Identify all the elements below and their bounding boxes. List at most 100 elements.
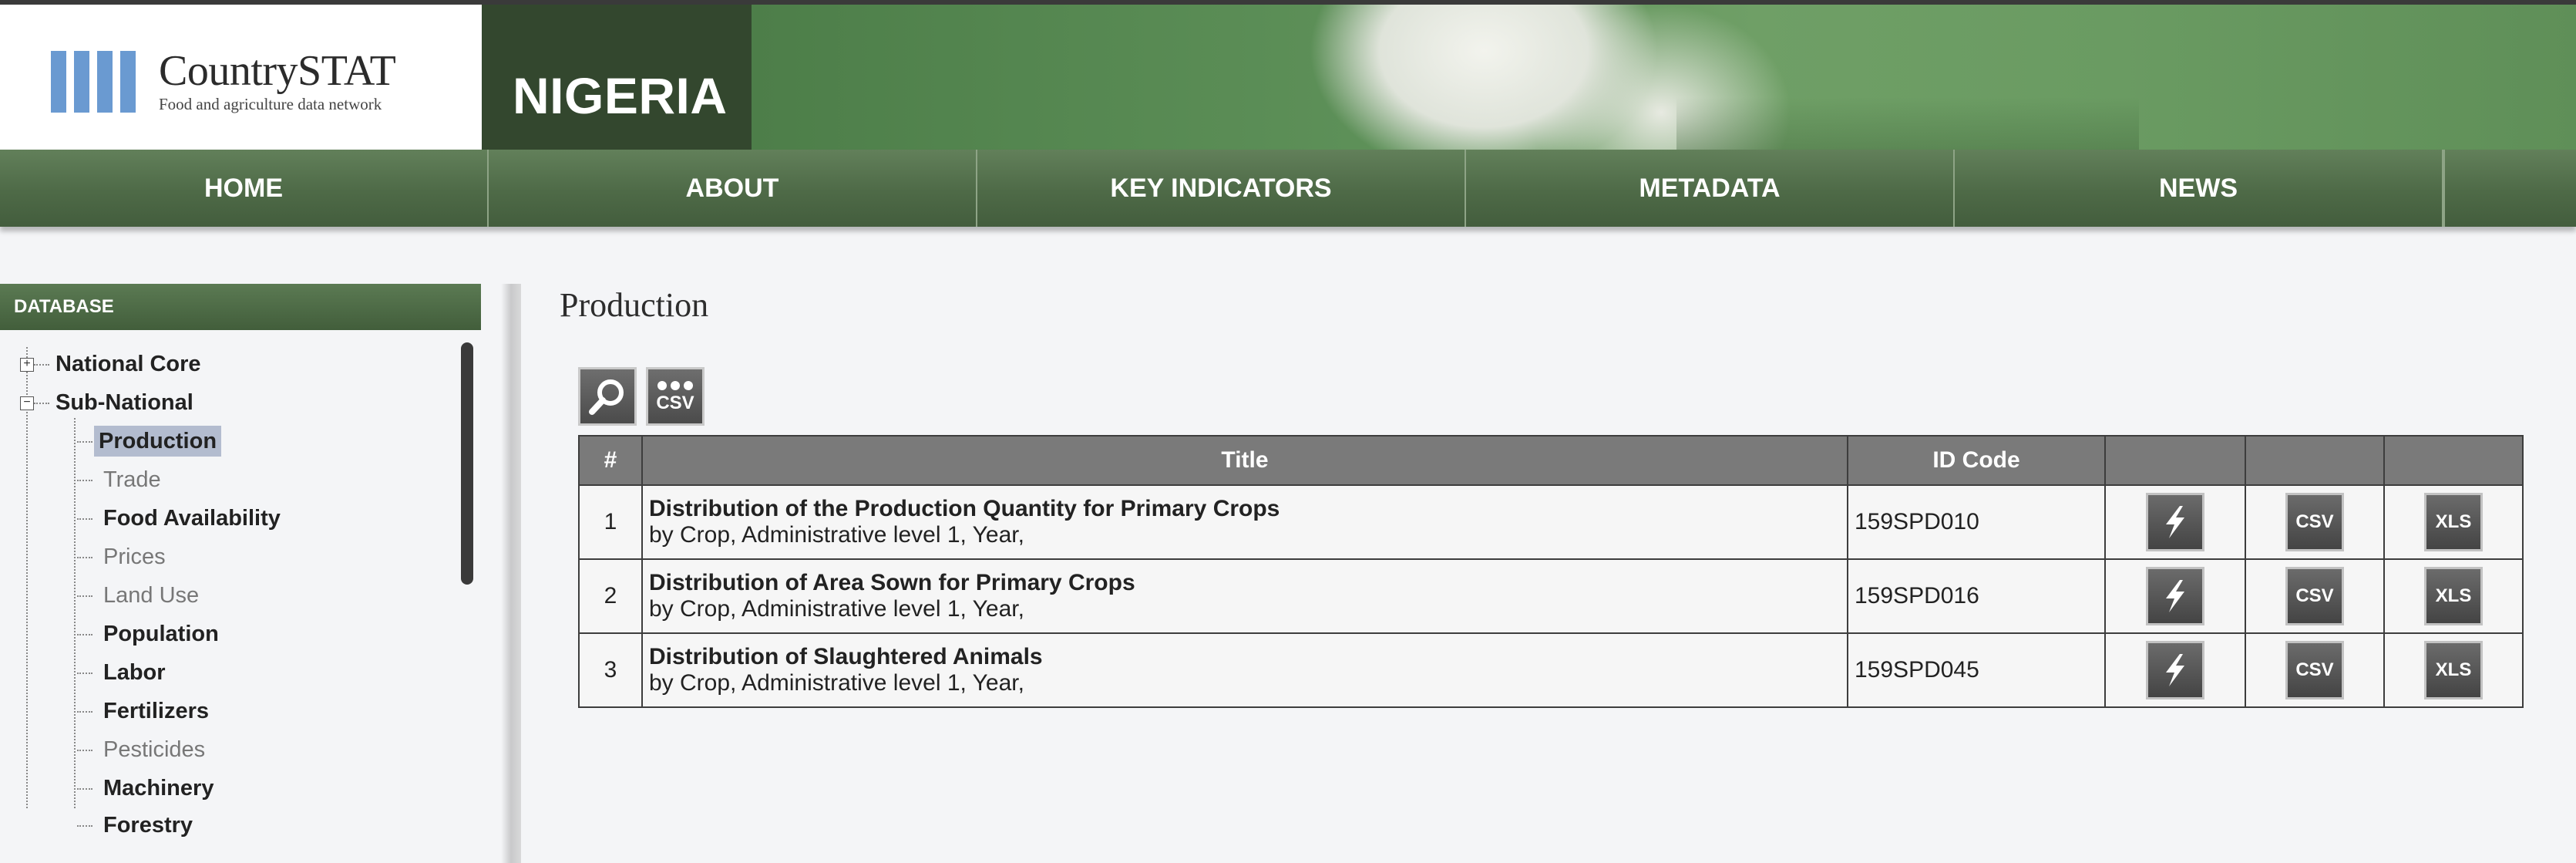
xls-cell: XLS <box>2383 632 2524 708</box>
tree-line <box>26 347 28 808</box>
dataset-id-code: 159SPD010 <box>1847 484 2106 560</box>
xls-download-button[interactable]: XLS <box>2424 493 2483 551</box>
row-title-cell: Distribution of Area Sown for Primary Cr… <box>641 558 1848 634</box>
quick-view-cell <box>2104 558 2246 634</box>
lightning-icon <box>2166 580 2184 612</box>
csv-export-all-button[interactable]: CSV <box>646 367 705 426</box>
tree-line <box>34 364 49 366</box>
csv-cell: CSV <box>2245 484 2385 560</box>
table-row: 2 Distribution of Area Sown for Primary … <box>578 558 2524 634</box>
xls-download-button[interactable]: XLS <box>2424 641 2483 700</box>
tree-item-forestry[interactable]: Forestry <box>103 810 193 841</box>
database-header: DATABASE <box>0 284 481 330</box>
tree-line <box>77 750 92 751</box>
tree-item-fertilizers[interactable]: Fertilizers <box>103 696 209 726</box>
tree-line <box>77 788 92 790</box>
csv-download-button[interactable]: CSV <box>2285 493 2344 551</box>
csv-cell: CSV <box>2245 558 2385 634</box>
row-title-cell: Distribution of Slaughtered Animals by C… <box>641 632 1848 708</box>
table-row: 1 Distribution of the Production Quantit… <box>578 484 2524 560</box>
column-header-csv <box>2245 435 2385 486</box>
lightning-icon <box>2166 506 2184 538</box>
tree-item-pesticides[interactable]: Pesticides <box>103 734 205 765</box>
tree-item-population[interactable]: Population <box>103 619 219 649</box>
csv-cell: CSV <box>2245 632 2385 708</box>
dataset-id-code: 159SPD016 <box>1847 558 2106 634</box>
sidebar-divider <box>481 284 521 863</box>
table-row: 3 Distribution of Slaughtered Animals by… <box>578 632 2524 708</box>
row-number: 1 <box>578 484 643 560</box>
page-title: Production <box>560 286 709 324</box>
quick-view-button[interactable] <box>2146 567 2204 625</box>
tree-line <box>77 673 92 674</box>
logo-bars-icon <box>51 51 143 113</box>
tree-item-food-availability[interactable]: Food Availability <box>103 503 281 534</box>
tree-line <box>77 595 92 597</box>
dataset-dimensions: by Crop, Administrative level 1, Year, <box>649 596 1024 622</box>
csv-download-button[interactable]: CSV <box>2285 567 2344 625</box>
logo-title: CountrySTAT <box>159 47 396 95</box>
tree-item-sub-national[interactable]: Sub-National <box>55 387 193 418</box>
tree-item-trade[interactable]: Trade <box>103 464 161 495</box>
header-banner-image <box>752 5 2576 150</box>
xls-download-button[interactable]: XLS <box>2424 567 2483 625</box>
nav-about[interactable]: ABOUT <box>489 150 977 227</box>
tree-item-land-use[interactable]: Land Use <box>103 580 199 611</box>
table-header-row: # Title ID Code <box>578 435 2524 486</box>
dataset-title[interactable]: Distribution of Slaughtered Animals <box>649 644 1846 670</box>
dataset-title[interactable]: Distribution of the Production Quantity … <box>649 496 1846 522</box>
tree-line <box>34 403 49 404</box>
search-button[interactable] <box>578 367 637 426</box>
csv-label: CSV <box>656 393 694 413</box>
tree-line <box>77 557 92 558</box>
quick-view-button[interactable] <box>2146 641 2204 700</box>
tree-item-machinery[interactable]: Machinery <box>103 773 214 804</box>
quick-view-cell <box>2104 632 2246 708</box>
database-tree: + National Core − Sub-National Productio… <box>0 341 481 863</box>
nav-news[interactable]: NEWS <box>1955 150 2443 227</box>
dataset-dimensions: by Crop, Administrative level 1, Year, <box>649 670 1024 696</box>
logo[interactable]: CountrySTAT Food and agriculture data ne… <box>0 5 482 150</box>
nav-overflow[interactable] <box>2443 150 2576 227</box>
dataset-dimensions: by Crop, Administrative level 1, Year, <box>649 522 1024 548</box>
xls-cell: XLS <box>2383 558 2524 634</box>
banner-shading <box>1676 97 2139 150</box>
country-banner: NIGERIA <box>482 5 752 150</box>
tree-line <box>77 825 92 827</box>
nav-metadata[interactable]: METADATA <box>1466 150 1955 227</box>
column-header-title: Title <box>641 435 1848 486</box>
row-title-cell: Distribution of the Production Quantity … <box>641 484 1848 560</box>
site-header: CountrySTAT Food and agriculture data ne… <box>0 5 2576 150</box>
column-header-number: # <box>578 435 643 486</box>
row-number: 2 <box>578 558 643 634</box>
tree-line <box>77 634 92 635</box>
tree-line <box>77 480 92 481</box>
collapse-icon[interactable]: − <box>20 396 34 410</box>
nav-key-indicators[interactable]: KEY INDICATORS <box>977 150 1466 227</box>
tree-item-labor[interactable]: Labor <box>103 657 166 688</box>
dataset-title[interactable]: Distribution of Area Sown for Primary Cr… <box>649 570 1846 596</box>
xls-cell: XLS <box>2383 484 2524 560</box>
expand-icon[interactable]: + <box>20 358 34 372</box>
tree-item-prices[interactable]: Prices <box>103 541 166 572</box>
sidebar: DATABASE + National Core − Sub-National … <box>0 284 481 863</box>
main-nav: HOME ABOUT KEY INDICATORS METADATA NEWS <box>0 150 2576 227</box>
datasets-table: # Title ID Code 1 Distribution of the Pr… <box>578 435 2524 708</box>
column-header-xls <box>2383 435 2524 486</box>
nav-home[interactable]: HOME <box>0 150 489 227</box>
csv-dots-icon <box>657 381 693 390</box>
csv-download-button[interactable]: CSV <box>2285 641 2344 700</box>
tree-item-production[interactable]: Production <box>94 426 222 457</box>
lightning-icon <box>2166 654 2184 686</box>
column-header-id-code: ID Code <box>1847 435 2106 486</box>
tree-line <box>77 711 92 713</box>
quick-view-button[interactable] <box>2146 493 2204 551</box>
row-number: 3 <box>578 632 643 708</box>
tree-line <box>74 418 76 808</box>
sidebar-scrollbar[interactable] <box>461 342 473 585</box>
tree-line <box>77 518 92 520</box>
tree-item-national-core[interactable]: National Core <box>55 349 201 379</box>
magnifier-icon <box>589 379 624 415</box>
logo-subtitle: Food and agriculture data network <box>159 95 382 113</box>
column-header-quick-view <box>2104 435 2246 486</box>
